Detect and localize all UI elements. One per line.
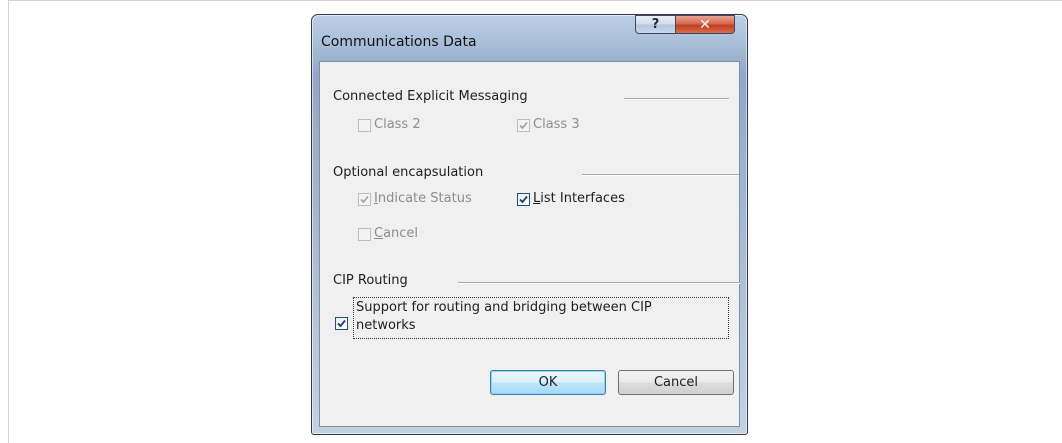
dialog-client-area: Connected Explicit Messaging Class 2 Cla… — [319, 61, 740, 427]
encapsulation-heading: Optional encapsulation — [333, 165, 484, 180]
cip-routing-heading: CIP Routing — [333, 273, 408, 288]
class2-label: Class 2 — [374, 117, 421, 132]
cip-routing-divider — [458, 282, 740, 284]
cip-routing-label-line2: networks — [356, 318, 416, 333]
cip-routing-focus-rect[interactable]: Support for routing and bridging between… — [353, 297, 729, 339]
close-icon: ✕ — [699, 16, 711, 33]
cancel-button[interactable]: Cancel — [618, 370, 734, 395]
list-interfaces-label: List Interfaces — [533, 191, 625, 206]
list-interfaces-checkbox[interactable] — [517, 193, 530, 206]
class3-checkbox[interactable] — [517, 119, 530, 132]
class2-checkbox[interactable] — [358, 119, 371, 132]
close-button[interactable]: ✕ — [675, 15, 735, 34]
indicate-status-checkbox[interactable] — [358, 193, 371, 206]
checkmark-icon — [360, 195, 369, 204]
cip-routing-checkbox[interactable] — [335, 317, 348, 330]
cip-routing-label-line1: Support for routing and bridging between… — [356, 300, 652, 315]
indicate-status-label: Indicate Status — [374, 191, 472, 206]
explicit-messaging-heading: Connected Explicit Messaging — [333, 89, 528, 104]
cancel-encapsulation-label: Cancel — [374, 226, 419, 241]
explicit-messaging-divider — [624, 98, 729, 100]
cancel-encapsulation-checkbox[interactable] — [358, 228, 371, 241]
window-title: Communications Data — [321, 34, 477, 50]
checkmark-icon — [519, 195, 528, 204]
help-button[interactable]: ? — [635, 15, 676, 34]
class3-label: Class 3 — [533, 117, 580, 132]
encapsulation-divider — [582, 174, 739, 176]
ok-button[interactable]: OK — [490, 370, 606, 395]
checkmark-icon — [519, 121, 528, 130]
help-icon: ? — [651, 17, 660, 32]
communications-data-dialog: Communications Data ? ✕ Connected Explic… — [311, 14, 748, 435]
checkmark-icon — [337, 319, 346, 328]
